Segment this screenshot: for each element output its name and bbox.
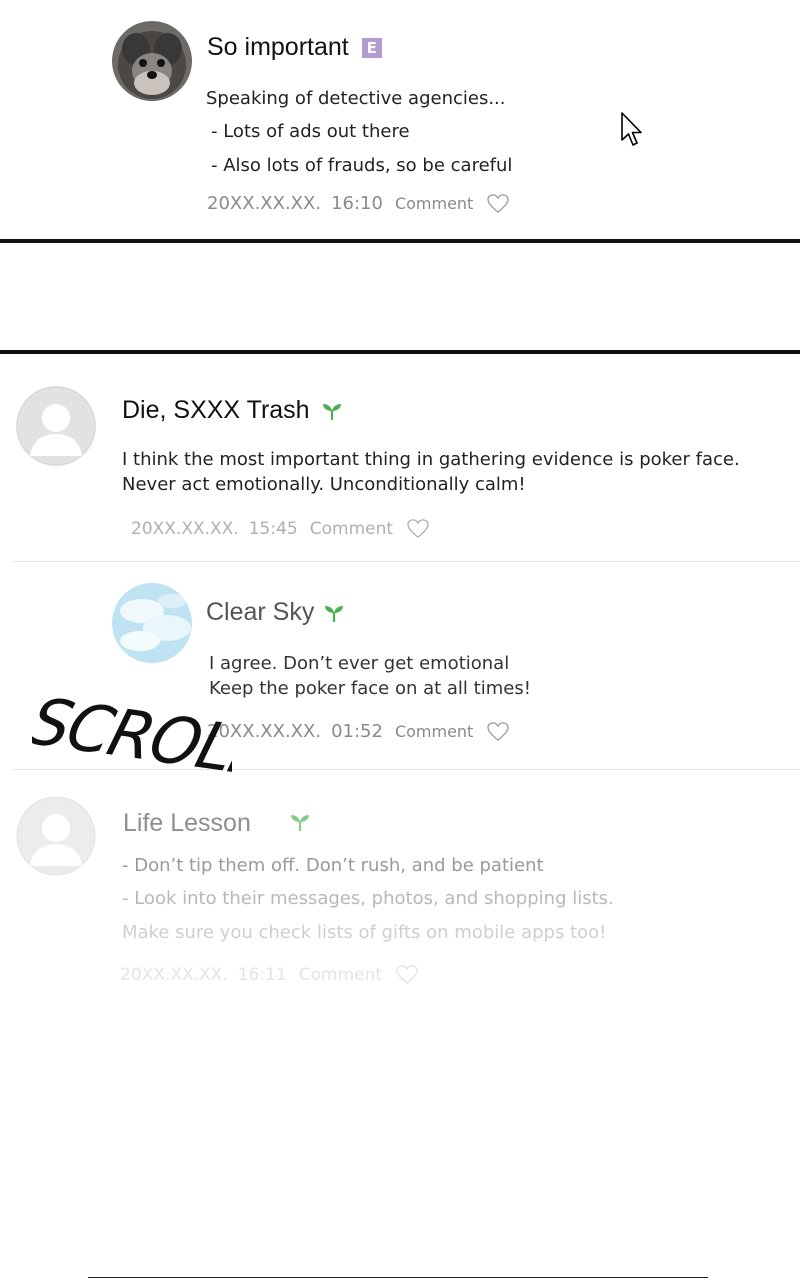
post-meta: 20XX.XX.XX. 16:11 Comment [120,965,418,985]
scroll-handwriting: SCROLL [21,684,274,791]
author-name[interactable]: Die, SXXX Trash [122,396,343,425]
post-separator [12,561,800,562]
heart-icon[interactable] [487,193,509,214]
post-meta: 20XX.XX.XX. 15:45 Comment [131,519,429,539]
comment-button[interactable]: Comment [395,722,473,741]
post-line: - Also lots of frauds, so be careful [211,155,513,176]
post-line: I think the most important thing in gath… [122,449,740,470]
default-user-icon [16,796,96,876]
post-meta: 20XX.XX.XX. 01:52 Comment [207,721,509,742]
panel-divider [0,239,800,243]
post-time: 01:52 [331,721,383,742]
post-time: 16:10 [331,193,383,214]
comment-button[interactable]: Comment [299,965,382,985]
author-name[interactable]: Life Lesson [123,809,251,838]
post-line: - Lots of ads out there [211,121,410,142]
author-name[interactable]: So important E [207,33,382,62]
post-time: 15:45 [248,519,298,539]
default-user-icon [16,386,96,466]
post-line: - Look into their messages, photos, and … [122,888,614,909]
post-line: Make sure you check lists of gifts on mo… [122,922,607,943]
post-line: Keep the poker face on at all times! [209,678,531,699]
heart-icon[interactable] [396,965,418,985]
post-time: 16:11 [237,965,287,985]
avatar-dog[interactable] [112,21,192,101]
post-meta: 20XX.XX.XX. 16:10 Comment [207,193,509,214]
avatar-sky[interactable] [112,583,192,663]
dog-avatar-image [112,21,192,101]
avatar-default[interactable] [16,386,96,466]
post-date: 20XX.XX.XX. [120,965,228,985]
post-line: Speaking of detective agencies... [206,88,506,109]
post-line: - Don’t tip them off. Don’t rush, and be… [122,855,544,876]
comment-button[interactable]: Comment [395,194,473,213]
level-badge: E [361,38,382,59]
sprout-icon [291,815,309,831]
post-date: 20XX.XX.XX. [131,519,239,539]
heart-icon[interactable] [487,721,509,742]
comment-button[interactable]: Comment [310,519,393,539]
avatar-default[interactable] [16,796,96,876]
sprout-icon [322,404,341,421]
svg-text:SCROLL: SCROLL [32,690,232,790]
post-line: Never act emotionally. Unconditionally c… [122,474,526,495]
sprout-icon [325,606,344,623]
panel-divider [0,350,800,354]
scroll-overlay-text: SCROLL [21,684,274,791]
author-name[interactable]: Clear Sky [206,598,345,627]
post-date: 20XX.XX.XX. [207,193,322,214]
post-line: I agree. Don’t ever get emotional [209,653,510,674]
heart-icon[interactable] [407,519,429,539]
sky-avatar-image [112,583,192,663]
cursor-arrow-icon [621,112,642,146]
bottom-divider [88,1277,708,1278]
